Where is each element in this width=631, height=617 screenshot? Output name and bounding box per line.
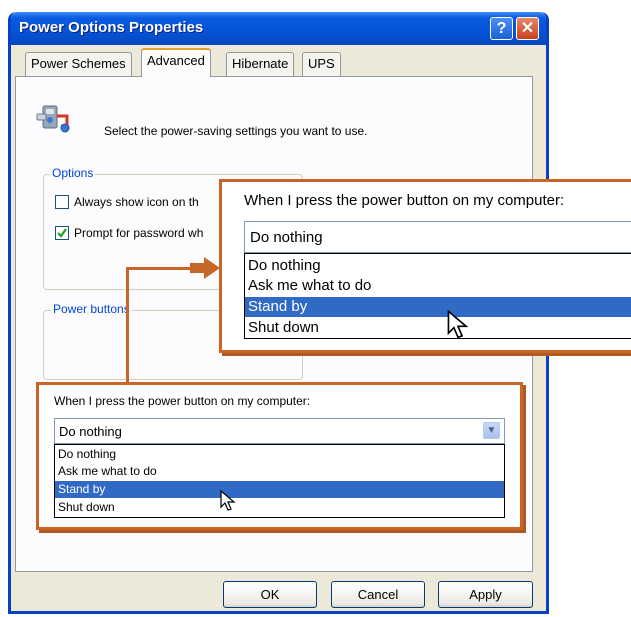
always-show-icon-checkbox[interactable] (55, 195, 69, 209)
option-do-nothing-large[interactable]: Do nothing (245, 256, 631, 276)
options-group-label: Options (50, 166, 96, 180)
window-title: Power Options Properties (19, 19, 204, 36)
header-text: Select the power-saving settings you wan… (104, 124, 368, 138)
help-icon: ? (496, 20, 507, 37)
option-do-nothing[interactable]: Do nothing (55, 446, 504, 463)
prompt-password-label: Prompt for password wh (74, 226, 204, 240)
option-stand-by-large[interactable]: Stand by (245, 297, 631, 317)
prompt-password-checkbox[interactable] (55, 226, 69, 240)
option-shut-down-large[interactable]: Shut down (245, 318, 631, 338)
power-button-prompt-large: When I press the power button on my comp… (244, 192, 565, 209)
power-button-select-value: Do nothing (59, 424, 122, 439)
tab-advanced[interactable]: Advanced (141, 48, 211, 77)
checkmark-icon (57, 228, 67, 238)
title-bar[interactable]: Power Options Properties ? ✕ (11, 12, 546, 45)
close-button[interactable]: ✕ (516, 17, 539, 40)
tab-power-schemes[interactable]: Power Schemes (25, 52, 132, 76)
help-button[interactable]: ? (490, 17, 513, 40)
mouse-cursor-large-icon (447, 310, 469, 339)
power-button-select-large[interactable]: Do nothing (244, 221, 631, 253)
power-button-select-small[interactable]: Do nothing ▼ (54, 418, 505, 444)
cancel-button[interactable]: Cancel (331, 581, 425, 608)
power-button-select-value-large: Do nothing (250, 229, 323, 246)
option-shut-down[interactable]: Shut down (55, 499, 504, 516)
power-button-options-small: Do nothing Ask me what to do Stand by Sh… (54, 444, 505, 518)
power-button-prompt-small: When I press the power button on my comp… (54, 394, 311, 408)
apply-button[interactable]: Apply (438, 581, 533, 608)
dropdown-toggle-button[interactable]: ▼ (483, 422, 500, 439)
power-button-options-large: Do nothing Ask me what to do Stand by Sh… (244, 253, 631, 339)
option-ask-me[interactable]: Ask me what to do (55, 463, 504, 480)
power-buttons-group-label: Power buttons (51, 302, 132, 316)
always-show-icon-label: Always show icon on th (74, 195, 199, 209)
option-stand-by[interactable]: Stand by (55, 481, 504, 498)
ok-button[interactable]: OK (223, 581, 317, 608)
callout-connector-horizontal (126, 267, 198, 270)
option-ask-me-large[interactable]: Ask me what to do (245, 276, 631, 296)
tab-ups[interactable]: UPS (302, 52, 341, 76)
tab-hibernate[interactable]: Hibernate (226, 52, 295, 76)
close-icon: ✕ (520, 20, 535, 37)
mouse-cursor-icon (220, 490, 236, 511)
power-settings-icon (36, 105, 70, 133)
chevron-down-icon: ▼ (486, 425, 497, 436)
callout-connector-vertical (126, 267, 129, 385)
callout-arrow-icon (190, 257, 220, 279)
